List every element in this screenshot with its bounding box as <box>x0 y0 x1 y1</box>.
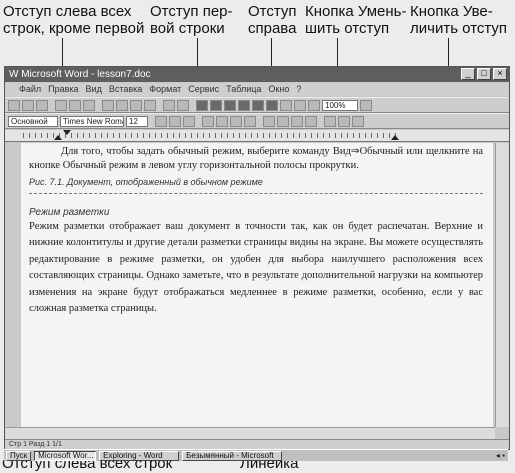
window-controls: _ □ × <box>461 68 507 80</box>
figure-caption: Рис. 7.1. Документ, отображенный в обычн… <box>29 177 263 187</box>
redo-icon[interactable] <box>177 99 189 111</box>
italic-icon[interactable] <box>169 115 181 127</box>
maximize-button[interactable]: □ <box>477 68 491 80</box>
document-map-icon[interactable] <box>294 99 306 111</box>
insert-excel-icon[interactable] <box>252 99 264 111</box>
hanging-indent-marker[interactable] <box>54 135 62 140</box>
callout-text: Отступ слева всех строк, кроме первой <box>3 3 145 37</box>
close-button[interactable]: × <box>493 68 507 80</box>
callout-decrease-indent: Кнопка Умень- шить отступ <box>305 3 407 37</box>
horizontal-ruler[interactable] <box>5 130 509 142</box>
show-hide-icon[interactable] <box>308 99 320 111</box>
document-content: Для того, чтобы задать обычный режим, вы… <box>29 145 483 317</box>
start-button[interactable]: Пуск <box>6 450 32 461</box>
copy-icon[interactable] <box>116 99 128 111</box>
task-other[interactable]: Безымянный - Microsoft <box>182 450 283 461</box>
new-document-icon[interactable] <box>8 99 20 111</box>
menu-file[interactable]: Файл <box>19 83 41 96</box>
insert-hyperlink-icon[interactable] <box>196 99 208 111</box>
callout-text: Отступ пер- вой строки <box>150 3 233 37</box>
insert-table-icon[interactable] <box>238 99 250 111</box>
underline-icon[interactable] <box>183 115 195 127</box>
print-preview-icon[interactable] <box>69 99 81 111</box>
status-text: Стр 1 Разд 1 1/1 <box>9 441 62 448</box>
menu-edit[interactable]: Правка <box>48 83 78 96</box>
highlight-icon[interactable] <box>338 115 350 127</box>
vertical-scrollbar[interactable] <box>495 143 509 427</box>
align-left-icon[interactable] <box>202 115 214 127</box>
callout-text: Отступ справа <box>248 3 297 37</box>
task-word[interactable]: Microsoft Wor... <box>34 450 97 461</box>
save-icon[interactable] <box>36 99 48 111</box>
justify-icon[interactable] <box>244 115 256 127</box>
tables-borders-icon[interactable] <box>224 99 236 111</box>
menu-bar: Файл Правка Вид Вставка Формат Сервис Та… <box>5 83 509 96</box>
menu-help[interactable]: ? <box>296 83 301 96</box>
menu-insert[interactable]: Вставка <box>109 83 142 96</box>
right-indent-marker[interactable] <box>391 135 399 140</box>
formatting-toolbar: Основной Times New Roman 12 <box>5 113 509 129</box>
document-paragraph: Для того, чтобы задать обычный режим, вы… <box>29 146 483 171</box>
callout-text: Кнопка Уве- личить отступ <box>410 3 508 37</box>
menu-format[interactable]: Формат <box>149 83 181 96</box>
print-icon[interactable] <box>55 99 67 111</box>
bold-icon[interactable] <box>155 115 167 127</box>
align-right-icon[interactable] <box>230 115 242 127</box>
menu-table[interactable]: Таблица <box>226 83 261 96</box>
align-center-icon[interactable] <box>216 115 228 127</box>
first-line-indent-marker[interactable] <box>63 130 71 135</box>
system-tray: ◂ ▪ <box>495 451 505 460</box>
section-heading: Режим разметки <box>29 207 110 218</box>
horizontal-scrollbar[interactable] <box>5 427 495 439</box>
callout-right-indent: Отступ справа <box>248 3 297 37</box>
standard-toolbar: 100% <box>5 97 509 113</box>
page-break <box>29 193 483 194</box>
numbering-icon[interactable] <box>263 115 275 127</box>
task-explorer[interactable]: Exploring - Word <box>99 450 180 461</box>
web-toolbar-icon[interactable] <box>210 99 222 111</box>
callout-increase-indent: Кнопка Уве- личить отступ <box>410 3 507 37</box>
undo-icon[interactable] <box>163 99 175 111</box>
borders-icon[interactable] <box>324 115 336 127</box>
menu-view[interactable]: Вид <box>86 83 102 96</box>
increase-indent-icon[interactable] <box>305 115 317 127</box>
callout-first-line-indent: Отступ пер- вой строки <box>150 3 233 37</box>
minimize-button[interactable]: _ <box>461 68 475 80</box>
paste-icon[interactable] <box>130 99 142 111</box>
callout-text: Кнопка Умень- шить отступ <box>305 3 407 37</box>
callout-left-indent-except-first: Отступ слева всех строк, кроме первой <box>3 3 144 37</box>
office-assistant-icon[interactable] <box>360 99 372 111</box>
document-page[interactable]: Для того, чтобы задать обычный режим, вы… <box>21 143 493 427</box>
window-title: W Microsoft Word - lesson7.doc <box>9 69 151 80</box>
word-window: W Microsoft Word - lesson7.doc _ □ × Фай… <box>4 66 510 450</box>
zoom-select[interactable]: 100% <box>322 99 358 111</box>
format-painter-icon[interactable] <box>144 99 156 111</box>
document-paragraph: Режим разметки отображает ваш документ в… <box>29 221 483 315</box>
menu-window[interactable]: Окно <box>268 83 289 96</box>
drawing-icon[interactable] <box>280 99 292 111</box>
taskbar: Пуск Microsoft Wor... Exploring - Word Б… <box>4 449 508 461</box>
status-bar: Стр 1 Разд 1 1/1 <box>5 439 509 449</box>
ruler-ticks <box>23 133 399 138</box>
menu-tools[interactable]: Сервис <box>188 83 219 96</box>
style-select[interactable]: Основной <box>8 115 58 127</box>
decrease-indent-icon[interactable] <box>291 115 303 127</box>
spelling-icon[interactable] <box>83 99 95 111</box>
title-bar: W Microsoft Word - lesson7.doc _ □ × <box>5 67 509 82</box>
font-select[interactable]: Times New Roman <box>60 115 124 127</box>
font-color-icon[interactable] <box>352 115 364 127</box>
bullets-icon[interactable] <box>277 115 289 127</box>
font-size-select[interactable]: 12 <box>126 115 148 127</box>
cut-icon[interactable] <box>102 99 114 111</box>
open-folder-icon[interactable] <box>22 99 34 111</box>
columns-icon[interactable] <box>266 99 278 111</box>
